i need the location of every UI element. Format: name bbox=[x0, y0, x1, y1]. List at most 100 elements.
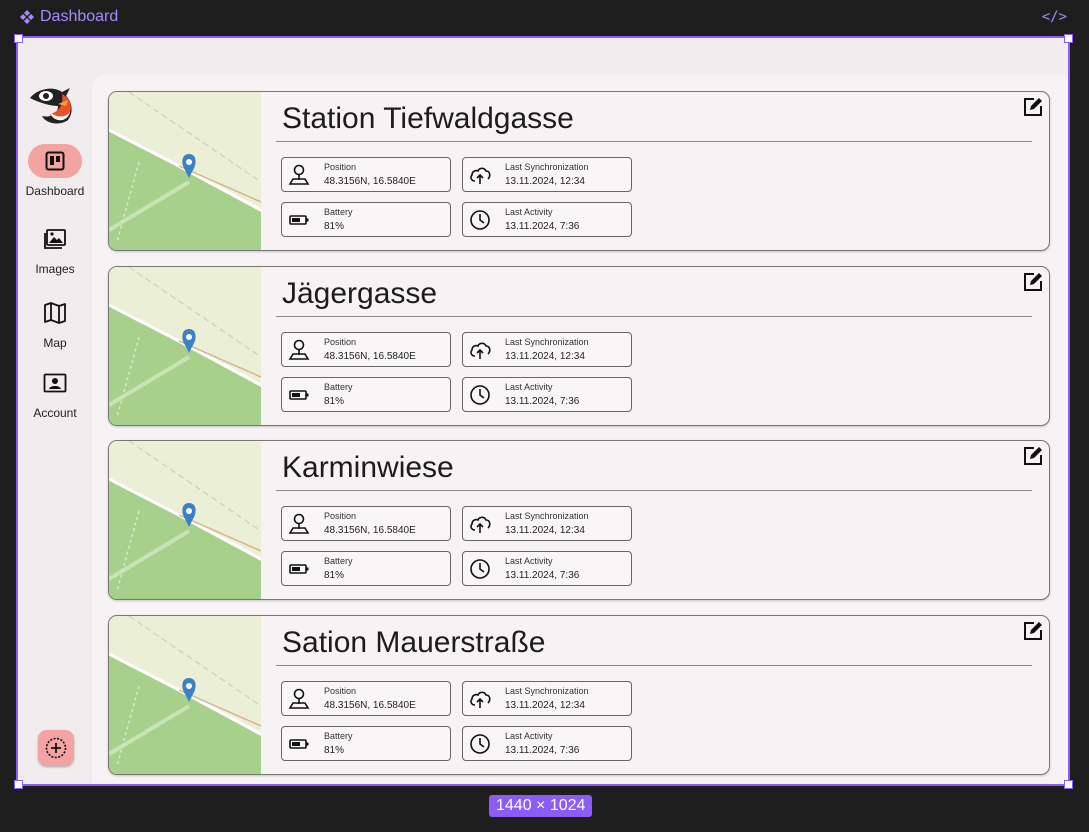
station-name: Karminwiese bbox=[282, 451, 454, 484]
edit-icon[interactable] bbox=[1022, 445, 1044, 467]
location-person-icon bbox=[288, 339, 310, 360]
field-label: Last Activity bbox=[505, 731, 553, 741]
battery-icon bbox=[289, 564, 309, 574]
field-label: Last Activity bbox=[505, 556, 553, 566]
station-list: Station Tiefwaldgasse Position 48.3156N,… bbox=[92, 75, 1068, 784]
map-thumbnail[interactable] bbox=[109, 616, 261, 774]
battery-field: Battery 81% bbox=[281, 202, 451, 237]
dashboard-icon bbox=[45, 151, 65, 171]
last-activity-field: Last Activity 13.11.2024, 7:36 bbox=[462, 377, 632, 412]
dashboard-frame: Dashboard Images Map Account Station Tie… bbox=[16, 36, 1070, 786]
station-name: Sation Mauerstraße bbox=[282, 626, 546, 659]
last-sync-value: 13.11.2024, 12:34 bbox=[505, 176, 585, 187]
map-thumbnail[interactable] bbox=[109, 441, 261, 599]
sidebar-item-label: Account bbox=[33, 406, 77, 420]
station-card[interactable]: Karminwiese Position 48.3156N, 16.5840E … bbox=[108, 440, 1050, 600]
battery-value: 81% bbox=[324, 221, 345, 232]
add-station-button[interactable] bbox=[38, 730, 74, 766]
nav-icon-bg bbox=[28, 222, 82, 256]
battery-value: 81% bbox=[324, 396, 345, 407]
last-sync-field: Last Synchronization 13.11.2024, 12:34 bbox=[462, 506, 632, 541]
field-label: Last Activity bbox=[505, 207, 553, 217]
last-activity-field: Last Activity 13.11.2024, 7:36 bbox=[462, 726, 632, 761]
last-activity-field: Last Activity 13.11.2024, 7:36 bbox=[462, 202, 632, 237]
field-label: Last Synchronization bbox=[505, 686, 589, 696]
battery-icon bbox=[289, 739, 309, 749]
resize-handle[interactable] bbox=[1064, 34, 1073, 43]
account-icon bbox=[43, 373, 67, 393]
editor-topbar: Dashboard </> bbox=[0, 0, 1089, 36]
battery-icon bbox=[289, 390, 309, 400]
component-icon bbox=[20, 10, 34, 24]
sidebar-item-label: Dashboard bbox=[25, 184, 85, 198]
station-card[interactable]: Station Tiefwaldgasse Position 48.3156N,… bbox=[108, 91, 1050, 251]
position-field: Position 48.3156N, 16.5840E bbox=[281, 332, 451, 367]
station-name: Station Tiefwaldgasse bbox=[282, 102, 574, 135]
nav-icon-bg bbox=[28, 144, 82, 178]
resize-handle[interactable] bbox=[14, 34, 23, 43]
edit-icon[interactable] bbox=[1022, 271, 1044, 293]
last-activity-value: 13.11.2024, 7:36 bbox=[505, 745, 580, 756]
edit-icon[interactable] bbox=[1022, 96, 1044, 118]
battery-value: 81% bbox=[324, 570, 345, 581]
cloud-upload-icon bbox=[470, 167, 491, 184]
sidebar-item-map[interactable]: Map bbox=[18, 296, 92, 350]
location-person-icon bbox=[288, 688, 310, 709]
field-label: Position bbox=[324, 511, 357, 521]
cloud-upload-icon bbox=[470, 342, 491, 359]
frame-size-badge: 1440 × 1024 bbox=[489, 795, 593, 817]
battery-field: Battery 81% bbox=[281, 726, 451, 761]
logo-bird-icon bbox=[30, 88, 72, 124]
station-card[interactable]: Sation Mauerstraße Position 48.3156N, 16… bbox=[108, 615, 1050, 775]
position-field: Position 48.3156N, 16.5840E bbox=[281, 681, 451, 716]
field-label: Battery bbox=[324, 382, 353, 392]
position-field: Position 48.3156N, 16.5840E bbox=[281, 157, 451, 192]
position-value: 48.3156N, 16.5840E bbox=[324, 176, 416, 187]
sidebar-item-dashboard[interactable]: Dashboard bbox=[18, 144, 92, 198]
map-thumbnail[interactable] bbox=[109, 92, 261, 250]
sidebar: Dashboard Images Map Account bbox=[18, 38, 92, 784]
position-value: 48.3156N, 16.5840E bbox=[324, 700, 416, 711]
field-label: Battery bbox=[324, 556, 353, 566]
last-activity-field: Last Activity 13.11.2024, 7:36 bbox=[462, 551, 632, 586]
field-label: Position bbox=[324, 686, 357, 696]
resize-handle[interactable] bbox=[14, 780, 23, 789]
location-person-icon bbox=[288, 513, 310, 534]
last-sync-field: Last Synchronization 13.11.2024, 12:34 bbox=[462, 332, 632, 367]
battery-icon bbox=[289, 215, 309, 225]
sidebar-item-account[interactable]: Account bbox=[18, 366, 92, 420]
sidebar-item-images[interactable]: Images bbox=[18, 222, 92, 276]
last-sync-field: Last Synchronization 13.11.2024, 12:34 bbox=[462, 157, 632, 192]
battery-field: Battery 81% bbox=[281, 377, 451, 412]
clock-icon bbox=[470, 559, 490, 579]
position-value: 48.3156N, 16.5840E bbox=[324, 525, 416, 536]
battery-field: Battery 81% bbox=[281, 551, 451, 586]
sidebar-item-label: Map bbox=[43, 336, 67, 350]
title-divider bbox=[276, 665, 1032, 666]
nav-icon-bg bbox=[28, 296, 82, 330]
clock-icon bbox=[470, 734, 490, 754]
field-label: Last Synchronization bbox=[505, 162, 589, 172]
frame-label[interactable]: Dashboard bbox=[20, 8, 118, 26]
station-name: Jägergasse bbox=[282, 277, 438, 310]
map-icon bbox=[44, 302, 66, 324]
add-icon bbox=[45, 737, 67, 759]
title-divider bbox=[276, 141, 1032, 142]
nav-icon-bg bbox=[28, 366, 82, 400]
images-icon bbox=[44, 229, 66, 249]
cloud-upload-icon bbox=[470, 691, 491, 708]
code-icon[interactable]: </> bbox=[1042, 9, 1067, 25]
last-sync-value: 13.11.2024, 12:34 bbox=[505, 700, 585, 711]
edit-icon[interactable] bbox=[1022, 620, 1044, 642]
last-activity-value: 13.11.2024, 7:36 bbox=[505, 570, 580, 581]
battery-value: 81% bbox=[324, 745, 345, 756]
last-sync-value: 13.11.2024, 12:34 bbox=[505, 525, 585, 536]
last-activity-value: 13.11.2024, 7:36 bbox=[505, 221, 580, 232]
map-thumbnail[interactable] bbox=[109, 267, 261, 425]
last-activity-value: 13.11.2024, 7:36 bbox=[505, 396, 580, 407]
station-card[interactable]: Jägergasse Position 48.3156N, 16.5840E L… bbox=[108, 266, 1050, 426]
cloud-upload-icon bbox=[470, 516, 491, 533]
title-divider bbox=[276, 316, 1032, 317]
resize-handle[interactable] bbox=[1064, 780, 1073, 789]
location-person-icon bbox=[288, 164, 310, 185]
